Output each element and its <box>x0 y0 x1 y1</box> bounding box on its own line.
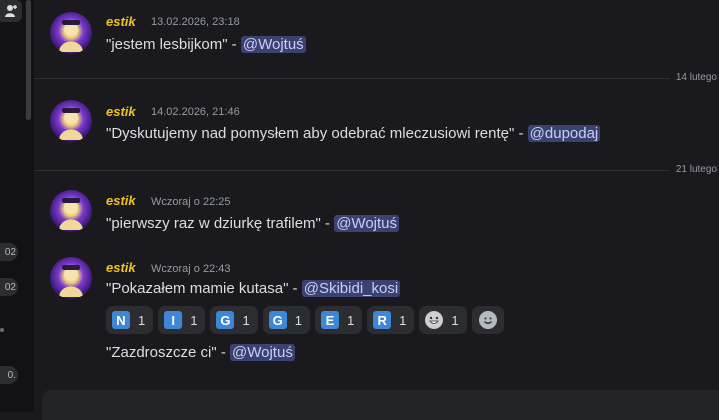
reaction-bar: N 1 I 1 G 1 G 1 E 1 R 1 1 <box>106 306 504 334</box>
regional-indicator-n-icon: N <box>112 311 130 329</box>
regional-indicator-g-icon: G <box>216 311 235 329</box>
add-reaction-icon <box>478 311 497 329</box>
avatar[interactable] <box>50 190 92 232</box>
date-divider: 21 lutego <box>34 164 719 175</box>
user-mention[interactable]: @Wojtuś <box>230 344 295 361</box>
avatar[interactable] <box>50 12 92 54</box>
message-author[interactable]: estik <box>106 193 136 208</box>
message-author[interactable]: estik <box>106 104 136 119</box>
message-input[interactable] <box>42 390 719 420</box>
message-content: "pierwszy raz w dziurkę trafilem" - @Woj… <box>106 215 400 232</box>
reaction-button[interactable]: G 1 <box>262 306 310 334</box>
reaction-count: 1 <box>190 312 198 328</box>
message-timestamp: 13.02.2026, 23:18 <box>151 16 240 28</box>
reaction-button[interactable]: 1 <box>419 306 467 334</box>
rail-badge[interactable]: 02 <box>0 243 18 261</box>
message-timestamp: Wczoraj o 22:25 <box>151 196 231 208</box>
reaction-button[interactable]: I 1 <box>158 306 206 334</box>
rail-badge[interactable]: 0. <box>0 366 18 384</box>
chat-area: estik 13.02.2026, 23:18 "jestem lesbijko… <box>34 0 719 412</box>
reaction-button[interactable]: R 1 <box>367 306 415 334</box>
reaction-button[interactable]: G 1 <box>210 306 258 334</box>
server-rail: 02 02 0. <box>0 0 34 412</box>
message-text: "Zazdroszcze ci" - <box>106 344 226 361</box>
reaction-count: 1 <box>242 312 250 328</box>
reaction-count: 1 <box>138 312 146 328</box>
message-content: "jestem lesbijkom" - @Wojtuś <box>106 36 306 53</box>
rail-badge[interactable]: 02 <box>0 278 18 296</box>
reaction-count: 1 <box>451 312 459 328</box>
avatar[interactable] <box>50 100 92 142</box>
message-content: "Dyskutujemy nad pomysłem aby odebrać ml… <box>106 125 601 142</box>
message-text: "Pokazałem mamie kutasa" - <box>106 280 298 297</box>
rail-scrollbar[interactable] <box>26 0 31 120</box>
user-mention[interactable]: @Skibidi_kosi <box>301 280 401 297</box>
message-author[interactable]: estik <box>106 260 136 275</box>
regional-indicator-i-icon: I <box>164 311 183 329</box>
user-mention[interactable]: @dupodaj <box>527 125 601 142</box>
message-content: "Pokazałem mamie kutasa" - @Skibidi_kosi <box>106 280 401 297</box>
add-reaction-button[interactable] <box>471 306 504 334</box>
avatar[interactable] <box>50 257 92 299</box>
regional-indicator-g-icon: G <box>268 311 287 329</box>
regional-indicator-e-icon: E <box>320 311 339 329</box>
date-divider-label: 21 lutego <box>669 164 717 175</box>
user-mention[interactable]: @Wojtuś <box>334 215 400 232</box>
message-text: "pierwszy raz w dziurkę trafilem" - <box>106 215 331 232</box>
reaction-count: 1 <box>399 312 407 328</box>
date-divider: 14 lutego <box>34 72 719 83</box>
message-content: "Zazdroszcze ci" - @Wojtuś <box>106 344 295 361</box>
reaction-button[interactable]: N 1 <box>106 306 154 334</box>
rail-dot <box>0 328 4 332</box>
reaction-count: 1 <box>294 312 302 328</box>
message-timestamp: Wczoraj o 22:43 <box>151 263 231 275</box>
message-author[interactable]: estik <box>106 14 136 29</box>
add-friend-icon[interactable] <box>0 0 22 22</box>
reaction-button[interactable]: E 1 <box>314 306 363 334</box>
message-text: "jestem lesbijkom" - <box>106 36 237 53</box>
user-mention[interactable]: @Wojtuś <box>240 36 306 53</box>
grin-face-icon <box>425 311 444 329</box>
reaction-count: 1 <box>346 312 355 328</box>
date-divider-label: 14 lutego <box>669 72 717 83</box>
message-text: "Dyskutujemy nad pomysłem aby odebrać ml… <box>106 125 524 142</box>
message-timestamp: 14.02.2026, 21:46 <box>151 106 240 118</box>
regional-indicator-r-icon: R <box>373 311 392 329</box>
